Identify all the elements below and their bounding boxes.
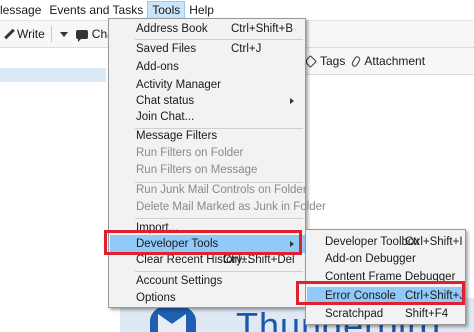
menu-item-run-filters-message: Run Filters on Message (110, 161, 305, 179)
menu-item-label: Activity Manager (136, 79, 222, 91)
menu-item-run-junk-controls: Run Junk Mail Controls on Folder (110, 181, 307, 199)
menu-item-saved-files[interactable]: Saved Files Ctrl+J (110, 40, 305, 58)
selected-folder-row[interactable] (0, 68, 106, 82)
developer-tools-submenu: Developer Toolbox Ctrl+Shift+I Add-on De… (305, 229, 466, 325)
message-header-bar: Tags Attachment (300, 48, 474, 75)
chevron-right-icon (290, 98, 294, 104)
tag-icon (304, 54, 317, 68)
menu-events-and-tasks[interactable]: Events and Tasks (45, 1, 147, 20)
menu-item-add-ons[interactable]: Add-ons (110, 58, 305, 76)
attachment-button[interactable]: Attachment (364, 54, 425, 68)
menu-item-shortcut: Ctrl+Shift+I (405, 236, 463, 248)
menu-item-address-book[interactable]: Address Book Ctrl+Shift+B (110, 20, 305, 38)
submenu-item-scratchpad[interactable]: Scratchpad Shift+F4 (307, 305, 465, 323)
tags-button[interactable]: Tags (320, 54, 345, 68)
toolbar-separator (50, 26, 52, 42)
menu-item-label: Account Settings (136, 275, 223, 287)
menu-tools[interactable]: Tools (147, 0, 186, 20)
menu-item-run-filters-folder: Run Filters on Folder (110, 144, 305, 162)
menu-item-label: Scratchpad (325, 308, 384, 320)
menu-item-message-filters[interactable]: Message Filters (110, 127, 305, 145)
menu-item-label: Options (136, 292, 176, 304)
menu-item-shortcut: Ctrl+Shift+B (231, 23, 293, 35)
menu-item-label: Delete Mail Marked as Junk in Folder (136, 201, 326, 213)
menu-item-label: Add-on Debugger (325, 253, 416, 265)
chevron-down-icon (59, 31, 68, 37)
folder-pane (0, 48, 106, 332)
menu-item-label: Add-ons (136, 61, 179, 73)
menu-message[interactable]: lessage (0, 1, 45, 20)
annotation-box-developer-tools (104, 230, 302, 255)
menu-item-label: Join Chat... (136, 111, 195, 123)
write-label: Write (17, 27, 45, 41)
menu-item-shortcut: Shift+F4 (405, 308, 449, 320)
menu-item-account-settings[interactable]: Account Settings (110, 272, 305, 290)
submenu-item-addon-debugger[interactable]: Add-on Debugger (307, 250, 465, 268)
menu-item-label: Chat status (136, 95, 195, 107)
menu-item-options[interactable]: Options (110, 289, 305, 307)
menu-item-label: Message Filters (136, 130, 218, 142)
menu-item-label: Saved Files (136, 43, 197, 55)
tools-menu: Address Book Ctrl+Shift+B Saved Files Ct… (108, 18, 326, 308)
write-dropdown-button[interactable] (54, 23, 72, 45)
write-button[interactable]: Write (0, 23, 49, 45)
menu-item-shortcut: Ctrl+J (231, 43, 262, 55)
menu-item-label: Run Filters on Folder (136, 147, 244, 159)
pencil-icon (4, 29, 14, 39)
menu-item-shortcut: Ctrl+Shift+Del (223, 254, 295, 266)
submenu-item-developer-toolbox[interactable]: Developer Toolbox Ctrl+Shift+I (307, 233, 465, 251)
menu-item-delete-junk: Delete Mail Marked as Junk in Folder (110, 198, 326, 216)
chat-icon (75, 29, 88, 42)
annotation-box-error-console (296, 281, 465, 305)
menu-help[interactable]: Help (185, 1, 218, 20)
menu-item-label: Address Book (136, 23, 208, 35)
menu-item-label: Run Filters on Message (136, 164, 258, 176)
paperclip-icon (351, 54, 362, 68)
thunderbird-logo (150, 304, 196, 332)
menu-item-label: Run Junk Mail Controls on Folder (136, 184, 307, 196)
menu-item-join-chat[interactable]: Join Chat... (110, 108, 305, 126)
